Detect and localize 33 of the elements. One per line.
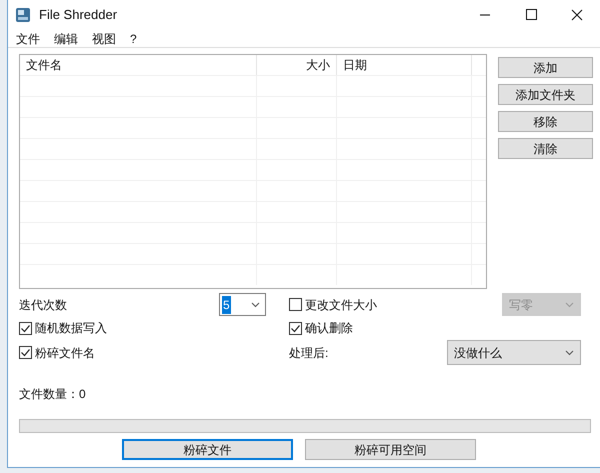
checkbox[interactable] xyxy=(289,322,302,334)
action-button[interactable]: 粉碎文件 xyxy=(122,439,293,460)
chevron-down-icon xyxy=(565,350,574,356)
file-list[interactable]: 文件名 大小 日期 xyxy=(19,54,487,289)
window-title: File Shredder xyxy=(39,6,118,24)
side-button[interactable]: 添加文件夹 xyxy=(498,84,593,105)
file-count: 文件数量：0 xyxy=(19,386,87,403)
side-button[interactable]: 添加 xyxy=(498,57,593,78)
checkbox-label: 粉碎文件名 xyxy=(35,344,95,362)
method-dropdown: 写零 xyxy=(502,293,581,316)
chevron-down-icon xyxy=(565,302,574,308)
column-header[interactable]: 大小 xyxy=(257,55,337,75)
option-label: 处理后: xyxy=(289,344,330,362)
menu-item[interactable]: ? xyxy=(128,30,139,48)
checkbox-label: 随机数据写入 xyxy=(35,320,107,337)
chevron-down-icon xyxy=(251,302,260,308)
action-button[interactable]: 粉碎可用空间 xyxy=(305,439,476,460)
option-label: 迭代次数 xyxy=(19,296,68,314)
checkbox-label: 确认删除 xyxy=(305,320,353,337)
side-button[interactable]: 清除 xyxy=(498,138,593,159)
checkbox[interactable] xyxy=(289,298,302,311)
menu-item[interactable]: 编辑 xyxy=(52,30,80,48)
after-action-dropdown[interactable]: 没做什么 xyxy=(447,340,581,365)
side-button[interactable]: 移除 xyxy=(498,111,593,132)
app-icon xyxy=(15,7,31,23)
checkbox[interactable] xyxy=(19,322,32,334)
iterations-dropdown[interactable]: 5 xyxy=(219,293,266,316)
checkbox-label: 更改文件大小 xyxy=(305,296,377,314)
checkbox[interactable] xyxy=(19,346,32,359)
menu-item[interactable]: 视图 xyxy=(90,30,118,48)
column-header[interactable]: 日期 xyxy=(337,55,472,75)
column-header[interactable]: 文件名 xyxy=(20,55,257,75)
menu-item[interactable]: 文件 xyxy=(14,30,42,48)
